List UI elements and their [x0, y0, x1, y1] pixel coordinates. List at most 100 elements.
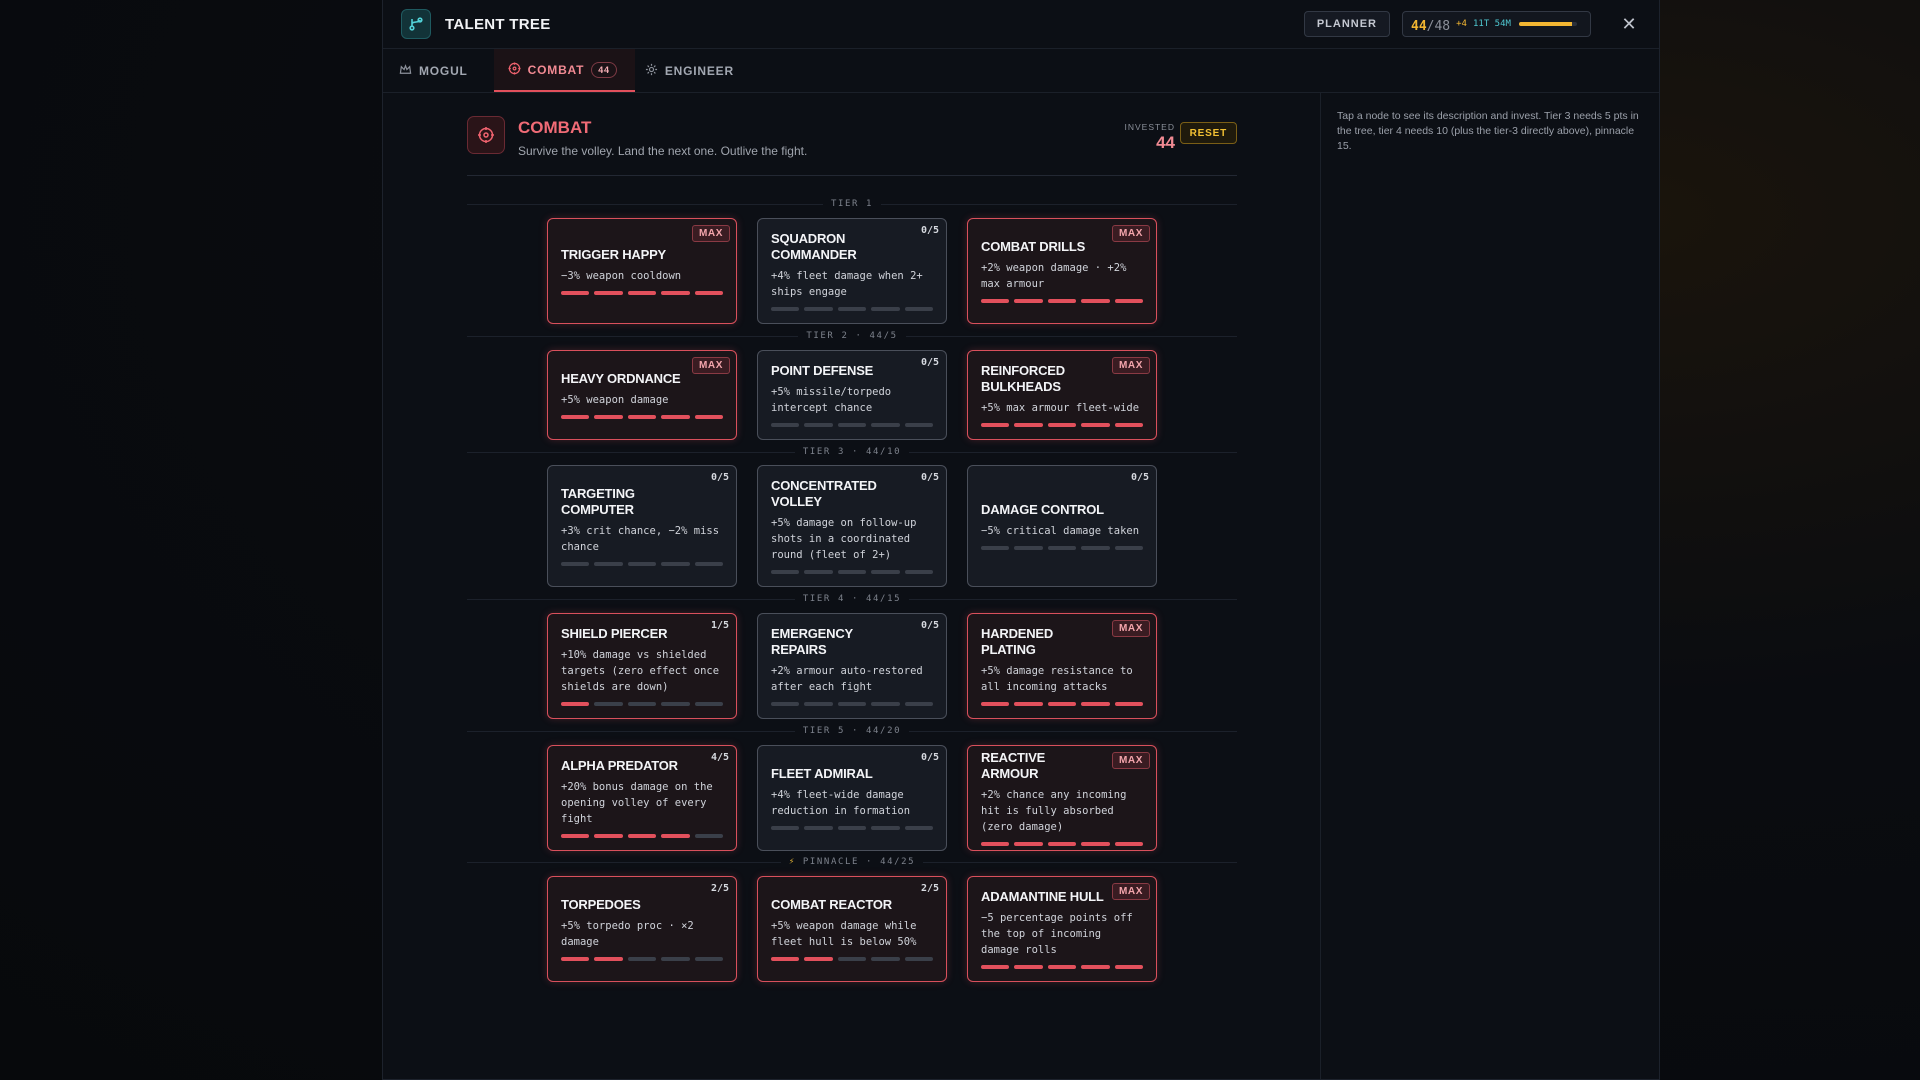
- tab-mogul[interactable]: MOGUL: [397, 49, 486, 92]
- rank-pips: [771, 570, 934, 574]
- planner-button[interactable]: PLANNER: [1303, 11, 1390, 37]
- rank-pip: [627, 415, 657, 419]
- rank-pip: [561, 291, 590, 295]
- node-rank: 0/5: [920, 752, 939, 763]
- talent-node-emergency-repairs[interactable]: 0/5 EMERGENCY REPAIRS +2% armour auto-rest…: [757, 613, 947, 719]
- rank-pips: [561, 834, 724, 838]
- rank-pips: [981, 702, 1144, 706]
- rank-pip: [1014, 299, 1043, 303]
- node-description: +5% missile/torpedo intercept chance: [771, 386, 892, 414]
- max-badge: MAX: [691, 225, 730, 242]
- node-content: DAMAGE CONTROL −5% critical damage taken: [981, 502, 1144, 550]
- talent-node-hardened-plating[interactable]: MAX HARDENED PLATING +5% damage resistance…: [967, 613, 1157, 719]
- talent-node-squadron-commander[interactable]: 0/5 SQUADRON COMMANDER +4% fleet damage wh…: [757, 218, 947, 324]
- rank-pip: [694, 562, 724, 566]
- node-content: COMBAT DRILLS +2% weapon damage · +2% max…: [981, 239, 1144, 303]
- pinnacle-separator: ⚡ PINNACLE · 44/25: [467, 856, 1237, 868]
- points-progress-bar: [1518, 22, 1577, 26]
- points-timer: 11T 54M: [1472, 19, 1511, 29]
- tree-tabs: MOGUL COMBAT 44 ENGINEER: [383, 49, 1659, 93]
- rank-pip: [1014, 423, 1043, 427]
- talent-node-reinforced-bulkheads[interactable]: MAX REINFORCED BULKHEADS +5% max armour fl…: [967, 350, 1157, 440]
- header-divider: [467, 175, 1237, 176]
- rank-pip: [1114, 702, 1144, 706]
- tier-label: TIER 3 · 44/10: [802, 447, 902, 457]
- rank-pip: [871, 702, 900, 706]
- talent-node-reactive-armour[interactable]: MAX REACTIVE ARMOUR +2% chance any incomin…: [967, 745, 1157, 851]
- invested-value: 44: [1156, 133, 1175, 152]
- talent-node-torpedoes[interactable]: 2/5 TORPEDOES +5% torpedo proc · ×2 damage: [547, 876, 737, 982]
- rank-pip: [661, 415, 690, 419]
- reset-button[interactable]: RESET: [1179, 122, 1237, 144]
- rank-pip: [627, 562, 657, 566]
- talent-node-alpha-predator[interactable]: 4/5 ALPHA PREDATOR +20% bonus damage on th…: [547, 745, 737, 851]
- node-rank: 2/5: [710, 883, 729, 894]
- rank-pip: [694, 415, 724, 419]
- node-content: ALPHA PREDATOR +20% bonus damage on the o…: [561, 758, 724, 838]
- node-name: HARDENED PLATING: [981, 626, 1054, 657]
- talent-node-adamantine-hull[interactable]: MAX ADAMANTINE HULL −5 percentage points o…: [967, 876, 1157, 982]
- rank-pip: [1047, 702, 1077, 706]
- rank-pip: [627, 834, 657, 838]
- rank-pip: [594, 415, 623, 419]
- talent-node-concentrated-volley[interactable]: 0/5 CONCENTRATED VOLLEY +5% damage on foll…: [757, 465, 947, 587]
- node-content: FLEET ADMIRAL +4% fleet-wide damage reduc…: [771, 766, 934, 830]
- talent-node-targeting-computer[interactable]: 0/5 TARGETING COMPUTER +3% crit chance, −2…: [547, 465, 737, 587]
- tier-label-wrap: TIER 1: [822, 198, 882, 210]
- node-name: EMERGENCY REPAIRS: [771, 626, 853, 657]
- talent-node-trigger-happy[interactable]: MAX TRIGGER HAPPY −3% weapon cooldown: [547, 218, 737, 324]
- talent-node-shield-piercer[interactable]: 1/5 SHIELD PIERCER +10% damage vs shielded…: [547, 613, 737, 719]
- node-name: DAMAGE CONTROL: [981, 502, 1104, 517]
- rank-pip: [771, 957, 800, 961]
- rank-pip: [871, 826, 900, 830]
- node-name: SQUADRON COMMANDER: [771, 231, 857, 262]
- rank-pip: [771, 570, 800, 574]
- rank-pip: [804, 307, 833, 311]
- tab-engineer[interactable]: ENGINEER: [643, 49, 752, 92]
- rank-pip: [981, 299, 1010, 303]
- tier-separator: TIER 5 · 44/20: [467, 725, 1237, 737]
- node-name: HEAVY ORDNANCE: [561, 371, 681, 386]
- talent-node-combat-reactor[interactable]: 2/5 COMBAT REACTOR +5% weapon damage while…: [757, 876, 947, 982]
- talent-node-fleet-admiral[interactable]: 0/5 FLEET ADMIRAL +4% fleet-wide damage re…: [757, 745, 947, 851]
- node-content: SHIELD PIERCER +10% damage vs shielded ta…: [561, 626, 724, 706]
- rank-pip: [594, 834, 623, 838]
- node-description: +2% chance any incoming hit is fully abs…: [981, 789, 1127, 833]
- rank-pip: [981, 965, 1010, 969]
- node-description: +20% bonus damage on the opening volley …: [561, 781, 713, 825]
- rank-pips: [771, 423, 934, 427]
- help-panel: Tap a node to see its description and in…: [1320, 93, 1659, 1079]
- rank-pip: [561, 957, 590, 961]
- node-content: REINFORCED BULKHEADS +5% max armour fleet…: [981, 363, 1144, 427]
- tab-combat[interactable]: COMBAT 44: [493, 49, 635, 92]
- rank-pip: [1081, 702, 1110, 706]
- tier-label-wrap: TIER 4 · 44/15: [794, 593, 910, 605]
- points-total: /48: [1426, 18, 1451, 34]
- talent-node-combat-drills[interactable]: MAX COMBAT DRILLS +2% weapon damage · +2% …: [967, 218, 1157, 324]
- tier-separator: TIER 3 · 44/10: [467, 446, 1237, 458]
- node-content: HARDENED PLATING +5% damage resistance to…: [981, 626, 1144, 706]
- node-description: +5% weapon damage while fleet hull is be…: [771, 920, 917, 948]
- rank-pip: [837, 570, 867, 574]
- rank-pip: [1081, 965, 1110, 969]
- talent-node-heavy-ordnance[interactable]: MAX HEAVY ORDNANCE +5% weapon damage: [547, 350, 737, 440]
- rank-pip: [1081, 546, 1110, 550]
- rank-pip: [804, 826, 833, 830]
- talent-node-point-defense[interactable]: 0/5 POINT DEFENSE +5% missile/torpedo inte…: [757, 350, 947, 440]
- node-content: TRIGGER HAPPY −3% weapon cooldown: [561, 247, 724, 295]
- rank-pip: [594, 702, 623, 706]
- rank-pips: [771, 702, 934, 706]
- close-icon[interactable]: ✕: [1617, 12, 1641, 36]
- rank-pips: [561, 957, 724, 961]
- rank-pip: [871, 957, 900, 961]
- rank-pip: [661, 957, 690, 961]
- tier-label-wrap: ⚡ PINNACLE · 44/25: [780, 856, 924, 868]
- tier-separator: TIER 2 · 44/5: [467, 330, 1237, 342]
- rank-pip: [561, 702, 590, 706]
- points-indicator: 44/48 +4 11T 54M: [1402, 11, 1591, 37]
- crown-icon: [399, 63, 412, 79]
- talent-node-damage-control[interactable]: 0/5 DAMAGE CONTROL −5% critical damage tak…: [967, 465, 1157, 587]
- node-name: FLEET ADMIRAL: [771, 766, 873, 781]
- bolt-icon: ⚡: [788, 857, 796, 867]
- tier-label-wrap: TIER 2 · 44/5: [798, 330, 906, 342]
